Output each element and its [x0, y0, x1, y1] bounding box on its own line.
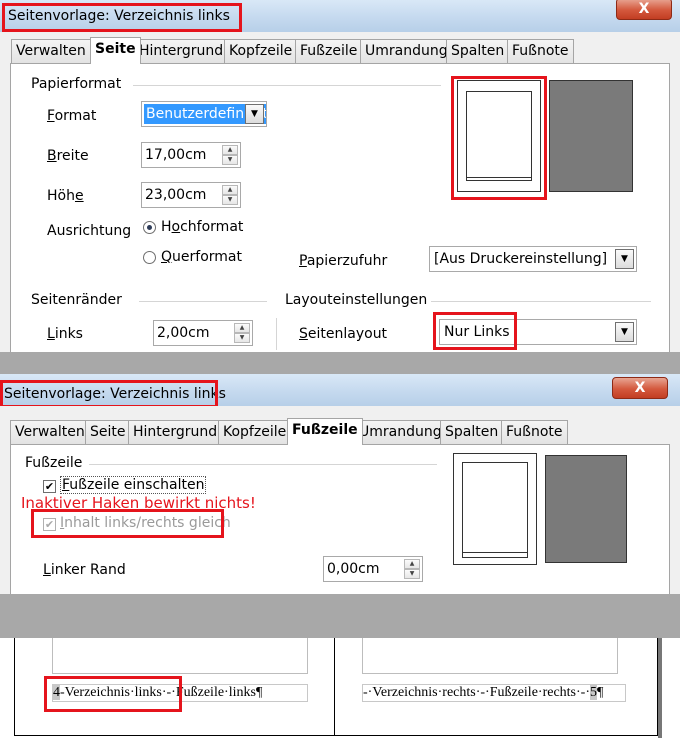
format-select[interactable]: Benutzerdefiniert ▼: [141, 101, 267, 127]
highlight-preview: [451, 76, 547, 200]
left-footer-frame: [52, 638, 308, 674]
footer-group-label: Fußzeile: [25, 455, 83, 471]
left-margin-field[interactable]: 2,00cm ▲ ▼: [153, 320, 253, 346]
close-button[interactable]: X: [612, 377, 668, 399]
page-layout-label: Seitenlayout: [299, 326, 388, 342]
right-page-number: 5: [590, 685, 597, 700]
chevron-down-icon[interactable]: ▼: [615, 322, 634, 342]
width-field[interactable]: 17,00cm ▲ ▼: [141, 142, 241, 168]
separator-band: [0, 352, 680, 374]
preview-page-inner: [462, 462, 528, 558]
highlight-same-content: [31, 509, 224, 538]
left-margin-label: Links: [47, 326, 83, 342]
spin-up-icon[interactable]: ▲: [404, 559, 420, 569]
tab-kopfzeile[interactable]: Kopfzeile: [218, 420, 292, 444]
page-preview: [453, 453, 537, 565]
format-label: Format: [47, 108, 97, 124]
chevron-down-icon[interactable]: ▼: [245, 104, 264, 124]
left-margin-value: 2,00cm: [157, 325, 210, 341]
tab-hintergrund[interactable]: Hintergrund: [128, 420, 223, 444]
height-label: Höhe: [47, 188, 84, 204]
close-icon: X: [634, 380, 646, 396]
spin-down-icon[interactable]: ▼: [404, 569, 420, 579]
landscape-label: Querformat: [161, 249, 242, 265]
group-divider: [133, 85, 441, 86]
paper-tray-label: Papierzufuhr: [299, 253, 388, 269]
separator-band: [0, 594, 680, 638]
preview-footer-line: [462, 552, 528, 553]
left-margin-spinner[interactable]: ▲ ▼: [234, 323, 250, 343]
paper-tray-value: [Aus Druckereinstellung]: [434, 251, 608, 267]
close-button[interactable]: X: [616, 0, 672, 20]
height-field[interactable]: 23,00cm ▲ ▼: [141, 182, 241, 208]
tab-seite[interactable]: Seite: [90, 37, 141, 64]
tab-hintergrund[interactable]: Hintergrund: [134, 39, 229, 63]
margins-group-label: Seitenränder: [31, 292, 122, 308]
highlight-title: [2, 3, 242, 32]
right-footer-frame: [362, 638, 618, 674]
right-shadow: [658, 638, 662, 738]
paper-format-group-label: Papierformat: [31, 76, 122, 92]
left-margin-label: Linker Rand: [43, 562, 126, 578]
width-label: Breite: [47, 148, 89, 164]
tab-umrandung[interactable]: Umrandung: [354, 420, 447, 444]
tab-bar: Verwalten Seite Hintergrund Kopfzeile Fu…: [10, 418, 670, 445]
tab-panel-seite: Papierformat Format Benutzerdefiniert ▼ …: [10, 63, 670, 352]
close-icon: X: [638, 1, 650, 17]
width-spinner[interactable]: ▲ ▼: [222, 145, 238, 165]
tab-spalten[interactable]: Spalten: [446, 39, 510, 63]
group-divider: [431, 301, 651, 302]
column-divider: [276, 318, 277, 350]
right-footer-line: -·Verzeichnis·rechts·-·Fußzeile·rechts·-…: [362, 684, 626, 702]
width-value: 17,00cm: [145, 147, 207, 163]
spin-down-icon[interactable]: ▼: [234, 333, 250, 343]
right-footer-pilcrow: ¶: [597, 685, 604, 700]
tab-fusszeile[interactable]: Fußzeile: [295, 39, 363, 63]
page-style-dialog-1: Seitenvorlage: Verzeichnis links X Verwa…: [0, 0, 680, 352]
highlight-page-layout: [433, 312, 517, 350]
page-style-dialog-2: Seitenvorlage: Verzeichnis links X Verwa…: [0, 374, 680, 594]
chevron-down-icon[interactable]: ▼: [615, 249, 634, 269]
tab-verwalten[interactable]: Verwalten: [11, 39, 91, 63]
document-view: 4-Verzeichnis·links·-·Fußzeile·links¶ -·…: [0, 638, 680, 740]
paper-tray-select[interactable]: [Aus Druckereinstellung] ▼: [429, 246, 637, 272]
tab-bar: Verwalten Seite Hintergrund Kopfzeile Fu…: [10, 37, 670, 64]
tab-fusszeile[interactable]: Fußzeile: [287, 418, 363, 445]
height-value: 23,00cm: [145, 187, 207, 203]
spin-up-icon[interactable]: ▲: [234, 323, 250, 333]
tab-verwalten[interactable]: Verwalten: [10, 420, 90, 444]
dialog-body: Verwalten Seite Hintergrund Kopfzeile Fu…: [0, 32, 680, 352]
highlight-left-footer: [44, 676, 182, 712]
group-divider: [89, 464, 437, 465]
portrait-radio[interactable]: [143, 221, 156, 234]
tab-umrandung[interactable]: Umrandung: [360, 39, 453, 63]
height-spinner[interactable]: ▲ ▼: [222, 185, 238, 205]
landscape-radio[interactable]: [143, 251, 156, 264]
left-margin-spinner[interactable]: ▲ ▼: [404, 559, 420, 579]
left-margin-field[interactable]: 0,00cm ▲ ▼: [323, 556, 423, 582]
spin-down-icon[interactable]: ▼: [222, 155, 238, 165]
tab-kopfzeile[interactable]: Kopfzeile: [224, 39, 298, 63]
tab-panel-fusszeile: Fußzeile ✔ Fußzeile einschalten Inaktive…: [10, 444, 670, 594]
spin-up-icon[interactable]: ▲: [222, 185, 238, 195]
footer-on-checkbox[interactable]: ✔: [43, 480, 56, 493]
layout-group-label: Layouteinstellungen: [285, 292, 428, 308]
portrait-label: Hochformat: [161, 219, 244, 235]
group-divider: [139, 301, 267, 302]
spin-up-icon[interactable]: ▲: [222, 145, 238, 155]
footer-on-label: Fußzeile einschalten: [60, 476, 207, 494]
left-margin-value: 0,00cm: [327, 561, 380, 577]
page-preview-opposite: [549, 80, 633, 192]
dialog-body: Verwalten Seite Hintergrund Kopfzeile Fu…: [0, 406, 680, 594]
highlight-title: [0, 380, 218, 408]
tab-seite[interactable]: Seite: [85, 420, 131, 444]
page-preview-opposite: [545, 455, 627, 563]
tab-fussnote[interactable]: Fußnote: [501, 420, 568, 444]
tab-spalten[interactable]: Spalten: [440, 420, 504, 444]
right-footer-text[interactable]: -·Verzeichnis·rechts·-·Fußzeile·rechts·-…: [363, 685, 590, 700]
orientation-label: Ausrichtung: [47, 223, 132, 239]
tab-fussnote[interactable]: Fußnote: [507, 39, 574, 63]
spin-down-icon[interactable]: ▼: [222, 195, 238, 205]
